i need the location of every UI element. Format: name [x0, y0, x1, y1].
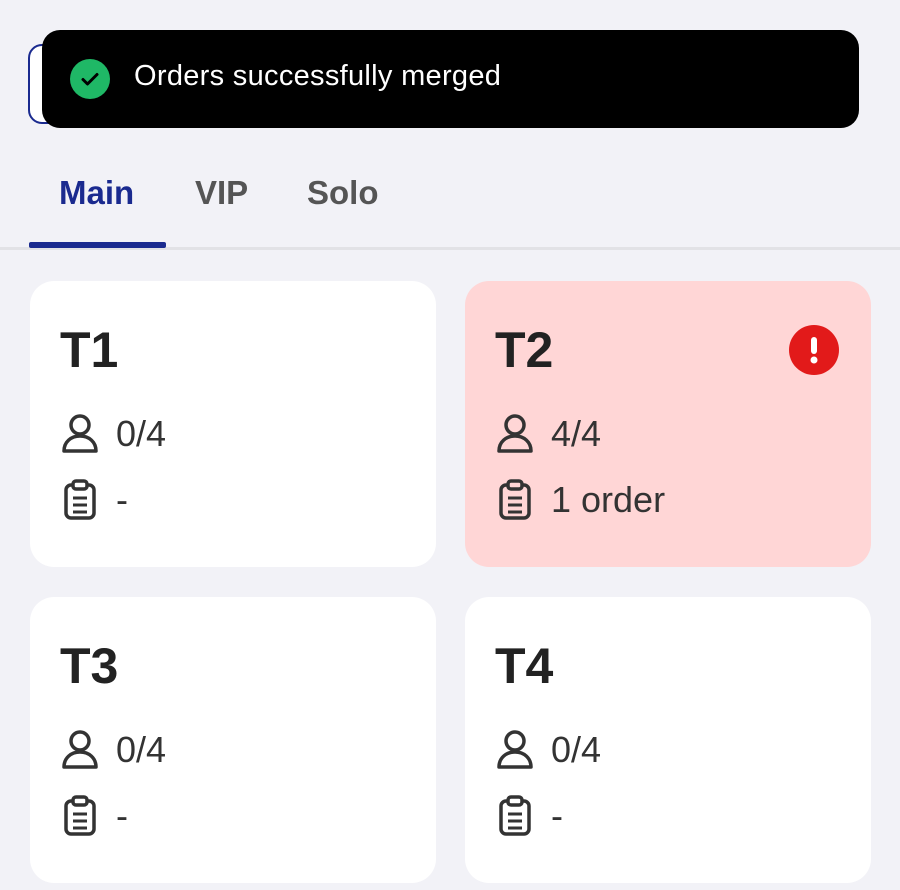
tab-vip[interactable]: VIP: [195, 174, 248, 212]
order-summary: 1 order: [551, 479, 666, 520]
guests-row: 0/4: [495, 729, 601, 771]
orders-row: -: [60, 795, 128, 837]
person-icon: [62, 414, 98, 453]
table-name: T3: [60, 638, 119, 694]
clipboard-icon: [64, 479, 96, 520]
table-card-t3[interactable]: T3 0/4 -: [30, 597, 436, 883]
toast-notification: Orders successfully merged: [42, 30, 859, 128]
guest-count: 0/4: [551, 729, 602, 770]
table-name: T2: [495, 322, 554, 378]
tab-bar: Main VIP Solo: [0, 150, 900, 250]
clipboard-icon: [499, 479, 531, 520]
order-summary: -: [116, 795, 128, 836]
alert-icon: [789, 325, 839, 375]
clipboard-icon: [499, 795, 531, 836]
person-icon: [497, 414, 533, 453]
person-icon: [62, 730, 98, 769]
orders-row: -: [495, 795, 563, 837]
orders-row: -: [60, 479, 128, 521]
table-card-t1[interactable]: T1 0/4 -: [30, 281, 436, 567]
check-circle-icon: [70, 59, 110, 99]
active-tab-indicator: [29, 242, 166, 248]
toast-message: Orders successfully merged: [134, 59, 502, 92]
guest-count: 0/4: [116, 413, 167, 454]
guests-row: 0/4: [60, 729, 166, 771]
table-name: T1: [60, 322, 119, 378]
clipboard-icon: [64, 795, 96, 836]
order-summary: -: [551, 795, 563, 836]
guest-count: 4/4: [551, 413, 602, 454]
person-icon: [497, 730, 533, 769]
table-name: T4: [495, 638, 554, 694]
tab-solo[interactable]: Solo: [307, 174, 379, 212]
table-card-t2[interactable]: T2 4/4 1 order: [465, 281, 871, 567]
orders-row: 1 order: [495, 479, 665, 521]
guests-row: 0/4: [60, 413, 166, 455]
guests-row: 4/4: [495, 413, 601, 455]
guest-count: 0/4: [116, 729, 167, 770]
order-summary: -: [116, 479, 128, 520]
tab-main[interactable]: Main: [59, 174, 134, 212]
table-card-t4[interactable]: T4 0/4 -: [465, 597, 871, 883]
